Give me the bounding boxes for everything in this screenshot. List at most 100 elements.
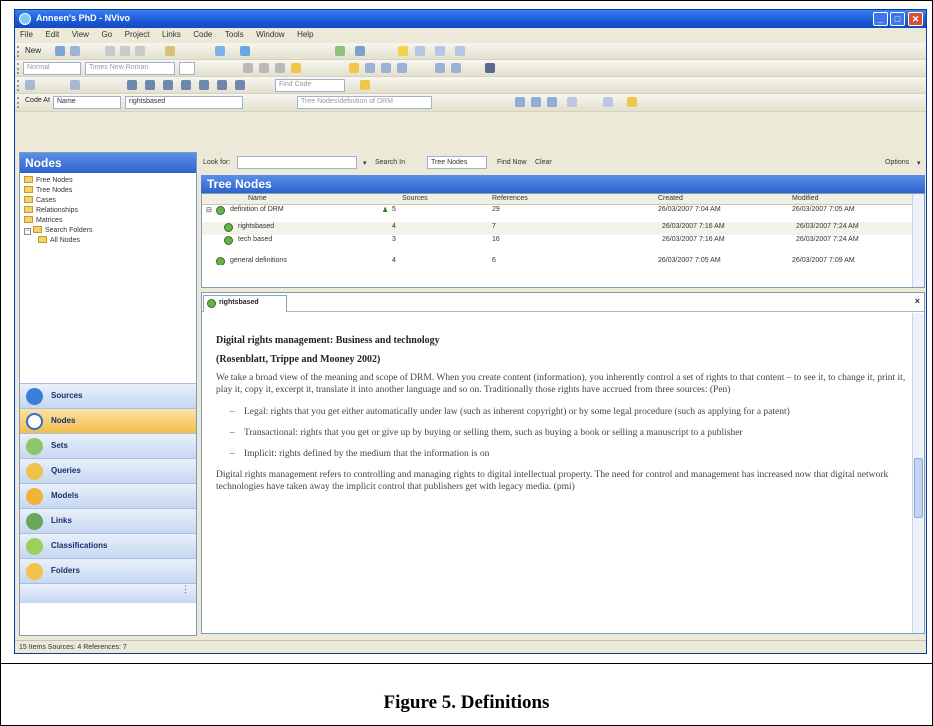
search-in-label[interactable]: Search In: [375, 159, 405, 166]
align-right-icon[interactable]: [397, 63, 407, 73]
chart-icon[interactable]: [163, 80, 173, 90]
bullets-icon[interactable]: [435, 63, 445, 73]
nav-models-button[interactable]: Models: [20, 483, 196, 508]
nav-sets-button[interactable]: Sets: [20, 433, 196, 458]
menu-edit[interactable]: Edit: [40, 28, 64, 41]
menu-view[interactable]: View: [67, 28, 94, 41]
column-references[interactable]: References: [492, 195, 528, 202]
column-sources[interactable]: Sources: [402, 195, 428, 202]
copy-icon[interactable]: [120, 46, 130, 56]
tree-item-tree-nodes[interactable]: Tree Nodes: [24, 186, 192, 196]
nav-links-button[interactable]: Links: [20, 508, 196, 533]
menu-help[interactable]: Help: [292, 28, 318, 41]
go-icon[interactable]: [360, 80, 370, 90]
nav-queries-button[interactable]: Queries: [20, 458, 196, 483]
new-button[interactable]: New: [25, 46, 41, 55]
numbering-icon[interactable]: [451, 63, 461, 73]
align-left-icon[interactable]: [365, 63, 375, 73]
annotations-icon[interactable]: [235, 80, 245, 90]
font-field[interactable]: Times New Roman: [85, 62, 175, 75]
filter-icon[interactable]: [455, 46, 465, 56]
table-row[interactable]: tech based 3 16 26/03/2007 7:16 AM 26/03…: [202, 235, 924, 248]
nav-back-icon[interactable]: [25, 80, 35, 90]
node-icon[interactable]: [215, 46, 225, 56]
maximize-button[interactable]: □: [890, 12, 905, 26]
cut-icon[interactable]: [105, 46, 115, 56]
tree-item-relationships[interactable]: Relationships: [24, 206, 192, 216]
table-row[interactable]: rightsbased 4 7 26/03/2007 7:16 AM 26/03…: [202, 222, 924, 235]
tree-item-free-nodes[interactable]: Free Nodes: [24, 176, 192, 186]
coding-stripes-icon[interactable]: [199, 80, 209, 90]
find-now-button[interactable]: Find Now: [497, 159, 527, 166]
highlight-coding-icon[interactable]: [217, 80, 227, 90]
collapse-icon[interactable]: ⊟: [206, 206, 212, 214]
clear-button[interactable]: Clear: [535, 159, 552, 166]
nav-nodes-button[interactable]: Nodes: [20, 408, 196, 433]
font-color-icon[interactable]: [349, 63, 359, 73]
code-at-type-field[interactable]: Name: [53, 96, 121, 109]
menu-window[interactable]: Window: [251, 28, 289, 41]
menu-code[interactable]: Code: [188, 28, 217, 41]
options-dropdown-icon[interactable]: ▾: [917, 159, 921, 167]
nav-sources-button[interactable]: Sources: [20, 383, 196, 408]
collapse-icon[interactable]: −: [24, 228, 31, 235]
font-size-field[interactable]: [179, 62, 195, 75]
menu-project[interactable]: Project: [120, 28, 155, 41]
table-icon[interactable]: [145, 80, 155, 90]
tree-item-all-nodes[interactable]: All Nodes: [24, 236, 192, 246]
code-icon[interactable]: [515, 97, 525, 107]
minimize-button[interactable]: _: [873, 12, 888, 26]
underline-icon[interactable]: [275, 63, 285, 73]
scrollbar-thumb[interactable]: [914, 458, 923, 518]
print-icon[interactable]: [435, 46, 445, 56]
tab-rightsbased[interactable]: rightsbased: [203, 295, 287, 312]
document-scrollbar[interactable]: [912, 313, 924, 633]
table-row[interactable]: general definitions 4 6 26/03/2007 7:05 …: [202, 256, 924, 265]
highlight-icon[interactable]: [398, 46, 408, 56]
definition-field[interactable]: Tree Nodes\definition of DRM: [297, 96, 432, 109]
coding-context-icon[interactable]: [603, 97, 613, 107]
grid-icon[interactable]: [127, 80, 137, 90]
highlight-color-icon[interactable]: [291, 63, 301, 73]
nav-forward-icon[interactable]: [70, 80, 80, 90]
menu-go[interactable]: Go: [96, 28, 117, 41]
code-at-node-field[interactable]: rightsbased: [125, 96, 243, 109]
italic-icon[interactable]: [259, 63, 269, 73]
report-icon[interactable]: [181, 80, 191, 90]
column-modified[interactable]: Modified: [792, 195, 818, 202]
close-tab-icon[interactable]: ×: [915, 296, 920, 306]
model-icon[interactable]: [240, 46, 250, 56]
find-icon[interactable]: [485, 63, 495, 73]
close-button[interactable]: ✕: [908, 12, 923, 26]
nav-overflow-grip[interactable]: ⋮: [20, 583, 196, 603]
menu-tools[interactable]: Tools: [220, 28, 249, 41]
bold-icon[interactable]: [243, 63, 253, 73]
paste-icon[interactable]: [135, 46, 145, 56]
nav-classifications-button[interactable]: Classifications: [20, 533, 196, 558]
view-icon[interactable]: [415, 46, 425, 56]
align-center-icon[interactable]: [381, 63, 391, 73]
menu-file[interactable]: File: [15, 28, 38, 41]
tree-item-matrices[interactable]: Matrices: [24, 216, 192, 226]
highlight-node-icon[interactable]: [627, 97, 637, 107]
spread-icon[interactable]: [567, 97, 577, 107]
look-for-input[interactable]: [237, 156, 357, 169]
search-in-dropdown[interactable]: ▾: [363, 159, 367, 167]
nav-folders-button[interactable]: Folders: [20, 558, 196, 583]
search-in-field[interactable]: Tree Nodes: [427, 156, 487, 169]
column-name[interactable]: Name: [248, 195, 267, 202]
tree-item-search-folders[interactable]: − Search Folders: [24, 226, 192, 236]
link-icon[interactable]: [335, 46, 345, 56]
in-vivo-icon[interactable]: [547, 97, 557, 107]
style-field[interactable]: Normal: [23, 62, 81, 75]
undo-icon[interactable]: [165, 46, 175, 56]
column-created[interactable]: Created: [658, 195, 683, 202]
table-row[interactable]: ⊟ definition of DRM ♟ 5 29 26/03/2007 7:…: [202, 205, 924, 218]
options-button[interactable]: Options: [885, 159, 909, 166]
find-code-field[interactable]: Find Code: [275, 79, 345, 92]
open-icon[interactable]: [55, 46, 65, 56]
properties-icon[interactable]: [355, 46, 365, 56]
uncode-icon[interactable]: [531, 97, 541, 107]
menu-links[interactable]: Links: [157, 28, 186, 41]
save-icon[interactable]: [70, 46, 80, 56]
